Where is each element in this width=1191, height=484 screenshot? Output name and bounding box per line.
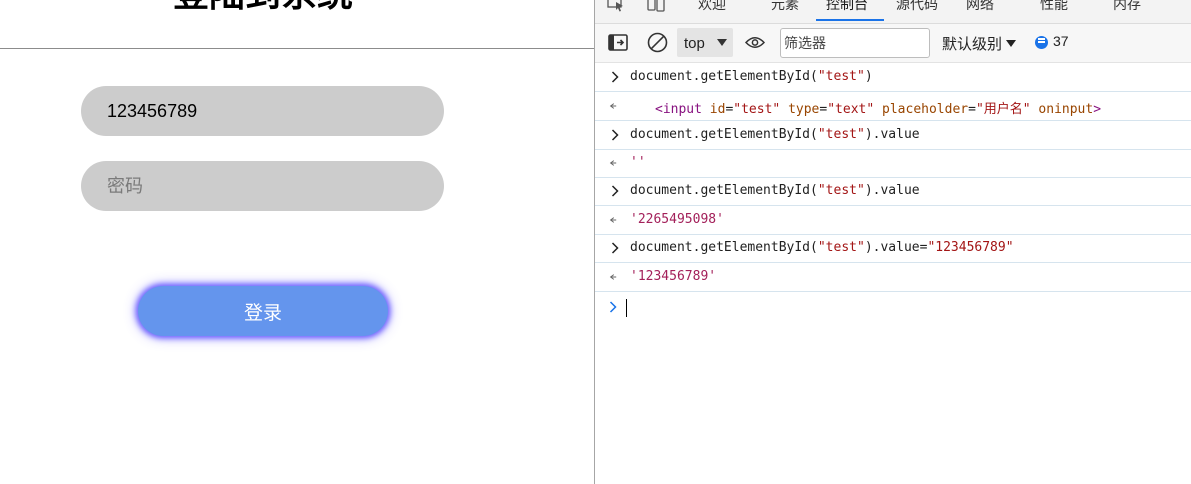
active-tab-indicator (816, 19, 884, 21)
input-prompt-icon (611, 129, 619, 141)
output-return-icon (609, 103, 617, 109)
console-output-row: '2265495098' (595, 206, 1191, 235)
input-prompt-icon (611, 185, 619, 197)
console-output-text: '' (630, 155, 646, 170)
console-input-text: document.getElementById("test").value (630, 183, 920, 198)
console-output-element[interactable]: <input id="test" type="text" placeholder… (655, 98, 1101, 117)
console-prompt-icon (609, 301, 617, 313)
console-output-row: '123456789' (595, 263, 1191, 292)
console-input-row: document.getElementById("test").value="1… (595, 234, 1191, 263)
password-input[interactable] (81, 161, 444, 211)
filter-input[interactable] (780, 28, 930, 58)
issues-count: 37 (1053, 33, 1069, 49)
sidebar-toggle-icon[interactable] (608, 34, 628, 51)
console-output-text: '2265495098' (630, 212, 724, 227)
tab-elements[interactable]: 元素 (771, 0, 799, 14)
login-page: 登陆到系统 登录 (0, 0, 594, 484)
console-prompt-input[interactable] (626, 299, 627, 317)
device-toolbar-icon[interactable] (647, 0, 665, 12)
chevron-down-icon (1006, 40, 1017, 47)
tab-welcome[interactable]: 欢迎 (698, 0, 726, 14)
console-input-row: document.getElementById("test") (595, 63, 1191, 92)
title-divider (0, 48, 594, 49)
log-levels-label: 默认级别 (942, 36, 1003, 53)
live-expression-eye-icon[interactable] (745, 36, 765, 49)
output-return-icon (609, 274, 617, 280)
tab-console[interactable]: 控制台 (826, 0, 868, 14)
console-input-text: document.getElementById("test").value="1… (630, 240, 1014, 255)
username-input[interactable] (81, 86, 444, 136)
tab-performance[interactable]: 性能 (1040, 0, 1068, 14)
console-input-text: document.getElementById("test").value (630, 127, 920, 142)
clear-console-icon[interactable] (647, 32, 668, 53)
context-value: top (684, 35, 705, 52)
issues-message-icon (1035, 36, 1048, 49)
tab-memory[interactable]: 内存 (1113, 0, 1141, 14)
console-input-text: document.getElementById("test") (630, 69, 873, 84)
console-input-row: document.getElementById("test").value (595, 177, 1191, 206)
console-output-text: '123456789' (630, 269, 717, 284)
log-levels-dropdown[interactable]: 默认级别 (942, 33, 1017, 54)
output-return-icon (609, 160, 617, 166)
devtools-panel: 欢迎 元素 控制台 源代码 网络 性能 内存 top 默认级别 37 (595, 0, 1191, 484)
console-toolbar: top 默认级别 37 (595, 24, 1191, 63)
console-output[interactable]: document.getElementById("test") <input i… (595, 63, 1191, 484)
input-prompt-icon (611, 242, 619, 254)
devtools-tabbar: 欢迎 元素 控制台 源代码 网络 性能 内存 (595, 0, 1191, 24)
context-selector[interactable]: top (677, 28, 733, 57)
chevron-down-icon (717, 39, 727, 46)
input-prompt-icon (611, 71, 619, 83)
output-return-icon (609, 217, 617, 223)
console-output-row: '' (595, 149, 1191, 178)
tab-sources[interactable]: 源代码 (896, 0, 938, 14)
tab-network[interactable]: 网络 (966, 0, 994, 14)
console-input-row: document.getElementById("test").value (595, 121, 1191, 150)
console-output-row: <input id="test" type="text" placeholder… (595, 92, 1191, 121)
login-button[interactable]: 登录 (138, 286, 388, 336)
inspect-element-icon[interactable] (607, 0, 625, 12)
page-title: 登陆到系统 (0, 0, 526, 16)
